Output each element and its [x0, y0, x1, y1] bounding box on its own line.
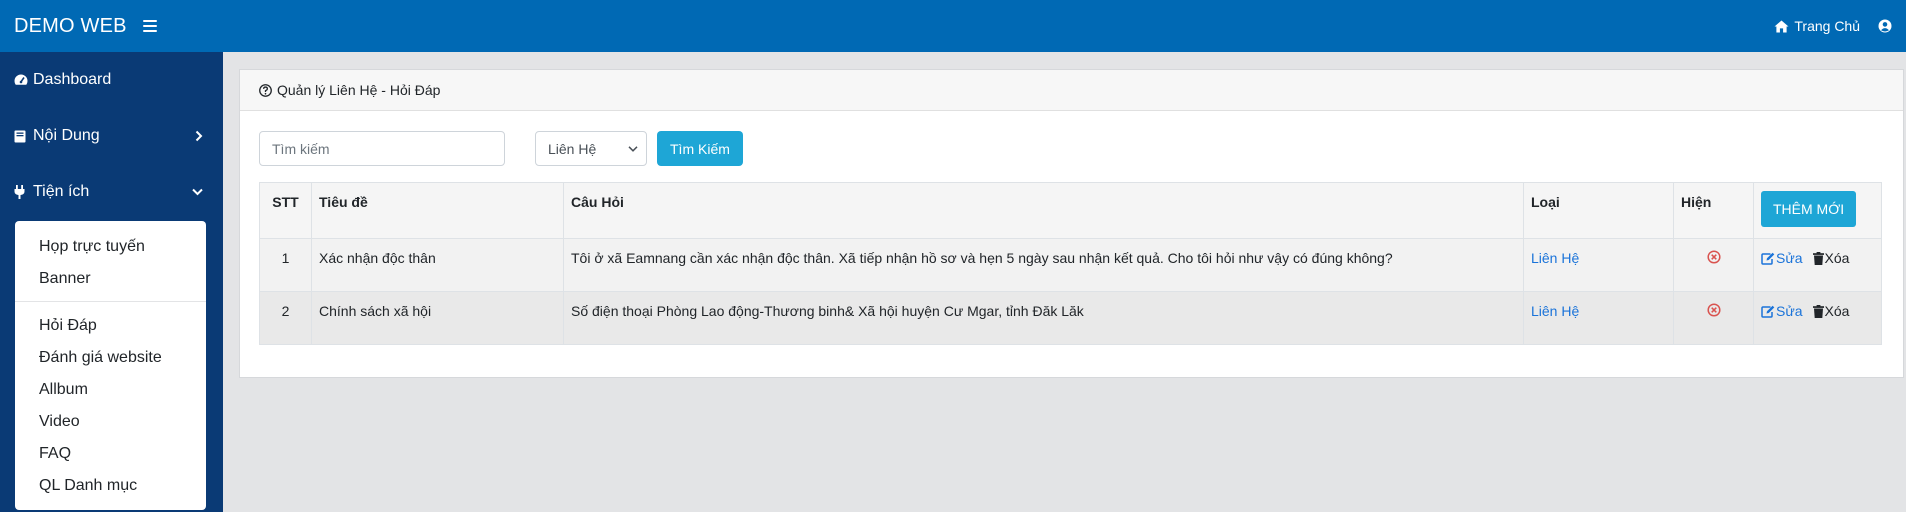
cell-actions: Sửa Xóa — [1753, 238, 1882, 292]
cell-visible — [1673, 238, 1754, 292]
delete-button[interactable]: Xóa — [1812, 250, 1850, 266]
sidebar-item-label: Nội Dung — [33, 127, 100, 144]
sidebar: Dashboard Nội Dung Tiện ích Họp trực tuy… — [0, 52, 223, 512]
table-row: 1 Xác nhận độc thân Tôi ở xã Eamnang cần… — [259, 238, 1882, 292]
type-link[interactable]: Liên Hệ — [1531, 303, 1579, 319]
trash-icon — [1812, 251, 1824, 265]
edit-label: Sửa — [1776, 303, 1803, 319]
submenu-item-banner[interactable]: Banner — [15, 263, 206, 295]
type-select-value: Liên Hệ — [548, 140, 597, 157]
add-new-button[interactable]: THÊM MỚI — [1761, 191, 1857, 227]
sidebar-item-utilities[interactable]: Tiện ích — [0, 164, 223, 220]
cell-question: Số điện thoại Phòng Lao động-Thương binh… — [563, 291, 1524, 345]
column-header-type: Loại — [1523, 182, 1674, 239]
cell-question: Tôi ở xã Eamnang cần xác nhận độc thân. … — [563, 238, 1524, 292]
cell-stt: 1 — [259, 238, 312, 292]
submenu-item-website-rating[interactable]: Đánh giá website — [15, 342, 206, 374]
cell-title: Chính sách xã hội — [311, 291, 564, 345]
search-toolbar: Liên Hệ Tìm Kiếm — [259, 131, 743, 166]
column-header-question: Câu Hỏi — [563, 182, 1524, 239]
utilities-submenu: Họp trực tuyến Banner Hỏi Đáp Đánh giá w… — [15, 221, 206, 510]
chevron-right-icon — [195, 130, 203, 142]
times-circle-icon[interactable] — [1706, 250, 1721, 264]
brand-logo[interactable]: DEMO WEB — [14, 15, 127, 38]
delete-label: Xóa — [1824, 303, 1850, 319]
sidebar-item-label: Tiện ích — [33, 183, 90, 200]
column-header-title: Tiêu đề — [311, 182, 564, 239]
delete-label: Xóa — [1824, 250, 1850, 266]
plug-icon — [14, 185, 28, 199]
contact-table: STT Tiêu đề Câu Hỏi Loại Hiện THÊM MỚI 1… — [259, 182, 1882, 345]
submenu-item-faq[interactable]: FAQ — [15, 438, 206, 470]
home-label: Trang Chủ — [1794, 18, 1860, 34]
edit-icon — [1761, 252, 1775, 265]
submenu-item-video[interactable]: Video — [15, 406, 206, 438]
sidebar-item-content[interactable]: Nội Dung — [0, 108, 223, 164]
book-icon — [14, 129, 28, 143]
delete-button[interactable]: Xóa — [1812, 303, 1850, 319]
edit-icon — [1761, 305, 1775, 318]
submenu-item-online-meeting[interactable]: Họp trực tuyến — [15, 231, 206, 263]
home-link[interactable]: Trang Chủ — [1774, 18, 1860, 34]
type-link[interactable]: Liên Hệ — [1531, 250, 1579, 266]
search-button[interactable]: Tìm Kiếm — [657, 131, 743, 166]
tachometer-icon — [14, 73, 28, 87]
home-icon — [1774, 19, 1789, 33]
cell-title: Xác nhận độc thân — [311, 238, 564, 292]
type-select[interactable]: Liên Hệ — [535, 131, 647, 166]
submenu-item-category[interactable]: QL Danh mục — [15, 470, 206, 502]
chevron-down-icon — [192, 188, 203, 196]
sidebar-item-dashboard[interactable]: Dashboard — [0, 52, 223, 108]
times-circle-icon[interactable] — [1706, 303, 1721, 317]
cell-type: Liên Hệ — [1523, 238, 1674, 292]
submenu-item-album[interactable]: Allbum — [15, 374, 206, 406]
cell-stt: 2 — [259, 291, 312, 345]
cell-type: Liên Hệ — [1523, 291, 1674, 345]
top-navbar: DEMO WEB Trang Chủ — [0, 0, 1906, 52]
chevron-down-icon — [628, 145, 638, 152]
trash-icon — [1812, 304, 1824, 318]
search-input[interactable] — [259, 131, 505, 166]
submenu-item-qa[interactable]: Hỏi Đáp — [15, 310, 206, 342]
top-right-nav: Trang Chủ — [1774, 18, 1892, 34]
edit-button[interactable]: Sửa — [1761, 303, 1803, 319]
user-circle-icon[interactable] — [1878, 19, 1892, 33]
submenu-divider — [15, 301, 206, 302]
table-row: 2 Chính sách xã hội Số điện thoại Phòng … — [259, 291, 1882, 345]
sidebar-item-label: Dashboard — [33, 71, 112, 88]
edit-button[interactable]: Sửa — [1761, 250, 1803, 266]
column-header-visible: Hiện — [1673, 182, 1754, 239]
column-header-actions: THÊM MỚI — [1753, 182, 1882, 239]
cell-visible — [1673, 291, 1754, 345]
card-header: Quản lý Liên Hệ - Hỏi Đáp — [240, 70, 1903, 111]
hamburger-icon[interactable] — [142, 20, 157, 32]
cell-actions: Sửa Xóa — [1753, 291, 1882, 345]
edit-label: Sửa — [1776, 250, 1803, 266]
column-header-stt: STT — [259, 182, 312, 239]
table-header-row: STT Tiêu đề Câu Hỏi Loại Hiện THÊM MỚI — [259, 182, 1882, 239]
page-title: Quản lý Liên Hệ - Hỏi Đáp — [277, 82, 441, 98]
main-card: Quản lý Liên Hệ - Hỏi Đáp Liên Hệ Tìm Ki… — [239, 69, 1904, 378]
question-circle-icon — [259, 83, 272, 97]
